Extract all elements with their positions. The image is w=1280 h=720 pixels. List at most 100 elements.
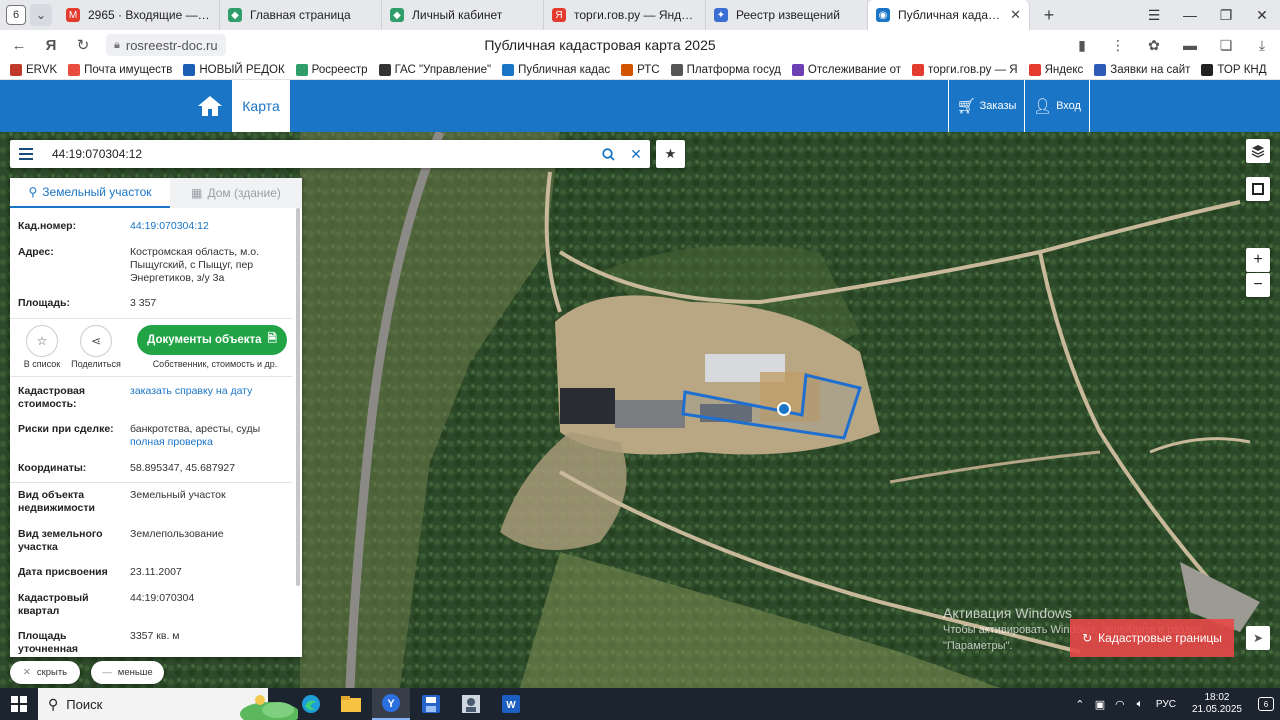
bookmark-label: торги.гов.ру — Я — [927, 63, 1018, 76]
search-highlight-icon — [240, 695, 298, 720]
app-icon[interactable] — [452, 688, 490, 720]
back-icon[interactable]: ← — [6, 32, 32, 58]
zoom-out-button[interactable]: − — [1246, 273, 1270, 297]
new-tab-button[interactable]: + — [1036, 2, 1062, 28]
zoom-in-button[interactable]: + — [1246, 248, 1270, 272]
browser-tab[interactable]: ◆ Личный кабинет — [382, 0, 544, 30]
panel-scrollbar[interactable] — [296, 208, 300, 586]
menu-icon[interactable] — [10, 140, 42, 168]
parcel-marker-icon[interactable] — [777, 402, 791, 416]
share-button[interactable]: ⋖ — [80, 325, 112, 357]
language-indicator[interactable]: РУС — [1156, 699, 1176, 710]
bookmark-item[interactable]: Публичная кадас — [502, 63, 610, 76]
map-tab[interactable]: Карта — [232, 80, 290, 132]
volume-icon[interactable]: 🔈︎ — [1130, 698, 1150, 711]
browser-tab[interactable]: ◉ Публичная кадастровая ✕ — [868, 0, 1030, 30]
minimize-icon[interactable]: — — [1172, 0, 1208, 30]
bookmark-item[interactable]: Платформа госуд — [670, 63, 781, 76]
address-bar-actions: ▮ ⋮ ✿ ▬ ❏ ⤓ — [1064, 30, 1280, 60]
tab-land-plot[interactable]: ⚲ Земельный участок — [10, 178, 170, 208]
network-icon[interactable]: ▣ — [1090, 698, 1110, 711]
bookmark-item[interactable]: ГАС "Управление" — [378, 63, 491, 76]
home-icon[interactable] — [188, 80, 232, 132]
layers-icon[interactable] — [1246, 139, 1270, 163]
close-window-icon[interactable]: ✕ — [1244, 0, 1280, 30]
hide-panel-button[interactable]: ✕ скрыть — [10, 661, 80, 684]
browser-tab[interactable]: Яторги.гов.ру — Яндекс: на — [544, 0, 706, 30]
bookmark-item[interactable]: РТС — [621, 63, 660, 76]
yandex-browser-icon[interactable]: Y — [372, 688, 410, 720]
restore-icon[interactable]: ❐ — [1208, 0, 1244, 30]
wifi-icon[interactable]: ◠ — [1110, 698, 1130, 711]
less-button[interactable]: — меньше — [91, 661, 164, 684]
collections-icon[interactable]: ❏ — [1208, 30, 1244, 60]
word-icon[interactable]: W — [492, 688, 530, 720]
measure-icon[interactable] — [1246, 177, 1270, 201]
bookmark-label: Яндекс — [1044, 63, 1084, 76]
cast-icon[interactable]: ▬ — [1172, 30, 1208, 60]
cadastral-search: 44:19:070304:12 ✕ — [10, 140, 650, 168]
bookmark-favicon-icon — [502, 63, 515, 76]
bookmark-label: НОВЫЙ РЕДОК — [199, 63, 285, 76]
clock[interactable]: 18:02 21.05.2025 — [1192, 692, 1242, 716]
cadastral-borders-button[interactable]: ↻ Кадастровые границы — [1070, 619, 1234, 657]
order-certificate-link[interactable]: заказать справку на дату — [130, 385, 290, 411]
building-icon: ▦ — [191, 186, 203, 200]
favicon-icon: Я — [552, 8, 566, 22]
favicon-icon: M — [66, 8, 80, 22]
favorites-star-icon[interactable]: ★ — [656, 140, 685, 168]
cart-icon: 🛒︎ — [956, 98, 976, 115]
bookmark-favicon-icon — [68, 63, 81, 76]
downloads-icon[interactable]: ⤓ — [1244, 30, 1280, 60]
tab-counter[interactable]: 6 — [6, 5, 26, 25]
bookmark-item[interactable]: ERVK — [10, 63, 57, 76]
orders-button[interactable]: 🛒︎ Заказы — [948, 80, 1024, 132]
more-icon[interactable]: ⋮ — [1100, 30, 1136, 60]
login-button[interactable]: 👤︎ Вход — [1024, 80, 1090, 132]
chevron-up-icon[interactable]: ⌃ — [1070, 698, 1090, 711]
browser-tab[interactable]: ✦ Реестр извещений — [706, 0, 868, 30]
yandex-icon[interactable]: Я — [38, 32, 64, 58]
bookmarks-bar: ERVK Почта имуществ НОВЫЙ РЕДОК Росреестр ГА… — [0, 60, 1280, 80]
bookmark-item[interactable]: Росреестр — [295, 63, 368, 76]
tab-title: Публичная кадастровая — [898, 8, 1004, 22]
reload-icon[interactable]: ↻ — [70, 32, 96, 58]
notifications-icon[interactable]: 6 — [1252, 697, 1280, 711]
bookmark-item[interactable]: торги.гов.ру — Я — [911, 63, 1018, 76]
bookmark-favicon-icon — [1028, 63, 1041, 76]
tab-building[interactable]: ▦ Дом (здание) — [170, 178, 302, 208]
bookmark-item[interactable]: Заявки на сайт — [1094, 63, 1190, 76]
close-tab-icon[interactable]: ✕ — [1010, 7, 1021, 23]
cad-number-link[interactable]: 44:19:070304:12 — [130, 220, 290, 233]
search-input[interactable]: 44:19:070304:12 — [42, 147, 594, 161]
menu-icon[interactable]: ☰ — [1136, 0, 1172, 30]
bookmark-item[interactable]: Почта имуществ — [68, 63, 172, 76]
taskbar-search[interactable]: ⚲ Поиск — [38, 688, 298, 720]
file-explorer-icon[interactable] — [332, 688, 370, 720]
chevron-down-icon[interactable]: ⌄ — [30, 4, 52, 26]
extension-icon[interactable]: ✿ — [1136, 30, 1172, 60]
locate-icon[interactable]: ➤ — [1246, 626, 1270, 650]
clear-icon[interactable]: ✕ — [622, 140, 650, 168]
favicon-icon: ✦ — [714, 8, 728, 22]
browser-tab[interactable]: M 2965 · Входящие — Яндекс — [58, 0, 220, 30]
save-floppy-icon[interactable] — [412, 688, 450, 720]
bookmark-item[interactable]: Яндекс — [1028, 63, 1084, 76]
bookmark-favicon-icon — [1201, 63, 1214, 76]
row-coordinates: Координаты: 58.895347, 45.687927 — [18, 462, 236, 474]
bookmark-icon[interactable]: ▮ — [1064, 30, 1100, 60]
row-area: Площадь: 3 357 — [18, 297, 157, 309]
bookmark-item[interactable]: ТОР КНД — [1201, 63, 1267, 76]
search-icon[interactable] — [594, 140, 622, 168]
bookmark-favicon-icon — [911, 63, 924, 76]
bookmark-item[interactable]: Отслеживание от — [791, 63, 901, 76]
url-field[interactable]: 🔒︎ rosreestr-doc.ru — [106, 34, 226, 56]
object-documents-button[interactable]: Документы объекта 🗎︎ — [137, 325, 287, 355]
windows-taskbar: ⚲ Поиск Y W ⌃ ▣ ◠ 🔈︎ РУС 18:02 21.05.202… — [0, 688, 1280, 720]
bookmark-item[interactable]: НОВЫЙ РЕДОК — [183, 63, 285, 76]
browser-tab[interactable]: ◆ Главная страница — [220, 0, 382, 30]
full-check-link[interactable]: полная проверка — [130, 436, 290, 449]
share-label: Поделиться — [71, 359, 121, 369]
add-to-list-button[interactable]: ☆ — [26, 325, 58, 357]
windows-start-icon[interactable] — [0, 688, 38, 720]
